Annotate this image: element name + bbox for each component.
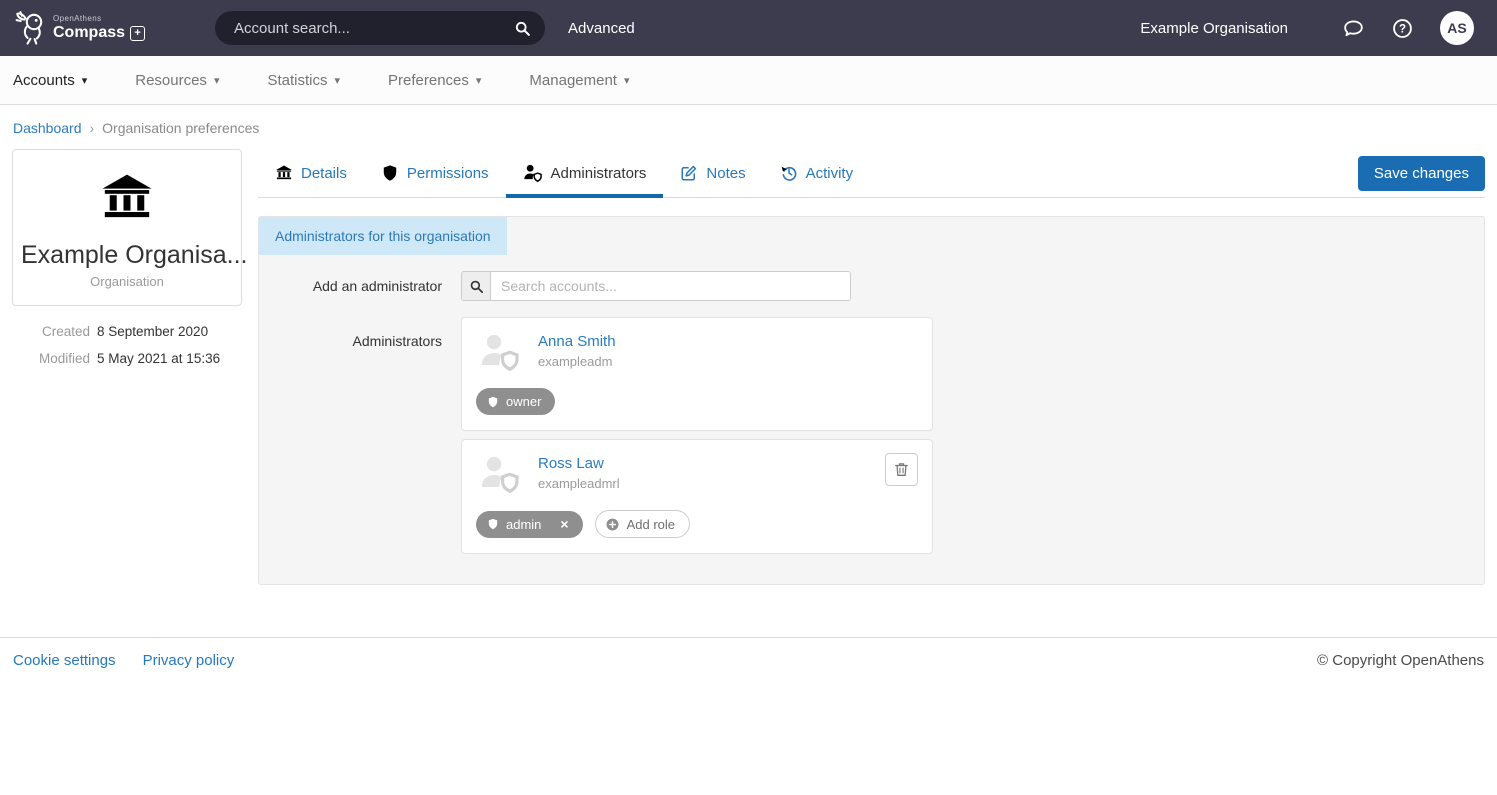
admin-username: exampleadm (538, 354, 616, 369)
tab-permissions[interactable]: Permissions (364, 149, 506, 197)
brand-openathens-label: OpenAthens (53, 15, 145, 23)
chevron-down-icon: ▾ (82, 74, 88, 87)
chevron-down-icon: ▾ (214, 74, 220, 87)
brand-compass-label: Compass (53, 25, 125, 41)
breadcrumb: Dashboard › Organisation preferences (0, 105, 1497, 149)
feedback-chat-button[interactable] (1342, 17, 1365, 40)
created-row: Created 8 September 2020 (12, 324, 242, 339)
note-edit-icon (680, 164, 698, 182)
search-icon (462, 272, 491, 300)
shield-icon (487, 396, 499, 408)
tab-activity[interactable]: Activity (763, 149, 871, 197)
advanced-search-link[interactable]: Advanced (568, 20, 635, 37)
history-icon (780, 164, 798, 182)
tab-bar: Details Permissions Administrators Notes… (258, 149, 1485, 198)
admin-avatar-icon (476, 453, 524, 495)
brand-text: OpenAthens Compass + (53, 15, 145, 41)
content-area: Details Permissions Administrators Notes… (258, 149, 1485, 585)
nav-item-statistics[interactable]: Statistics ▾ (267, 72, 360, 89)
role-badge-row: admin × Add role (476, 510, 918, 538)
created-value: 8 September 2020 (97, 324, 208, 339)
search-icon[interactable] (514, 20, 531, 37)
admin-name-link[interactable]: Ross Law (538, 455, 620, 472)
administrators-list-row: Administrators (259, 317, 1484, 562)
administrators-label: Administrators (259, 317, 442, 562)
add-administrator-row: Add an administrator (259, 271, 1484, 301)
user-avatar[interactable]: AS (1440, 11, 1474, 45)
chevron-down-icon: ▾ (476, 74, 482, 87)
remove-admin-button[interactable] (885, 453, 918, 486)
created-label: Created (12, 324, 90, 339)
privacy-policy-link[interactable]: Privacy policy (143, 652, 235, 669)
add-administrator-label: Add an administrator (259, 271, 442, 301)
admin-card-ross-law: Ross Law exampleadmrl admin (461, 439, 933, 554)
admin-avatar-icon (476, 331, 524, 373)
person-shield-icon (523, 163, 543, 183)
openathens-owl-icon (14, 10, 48, 46)
modified-row: Modified 5 May 2021 at 15:36 (12, 351, 242, 366)
modified-value: 5 May 2021 at 15:36 (97, 351, 220, 366)
role-badge-admin: admin × (476, 511, 583, 538)
brand-logo[interactable]: OpenAthens Compass + (14, 10, 145, 46)
admin-search-input[interactable] (491, 272, 850, 300)
chevron-down-icon: ▾ (334, 74, 340, 87)
bank-icon (275, 164, 293, 182)
admin-search-group (461, 271, 851, 301)
panel-title-tab: Administrators for this organisation (259, 217, 507, 255)
tab-notes[interactable]: Notes (663, 149, 762, 197)
cookie-settings-link[interactable]: Cookie settings (13, 652, 116, 669)
compass-plus-icon: + (130, 26, 145, 41)
help-button[interactable] (1391, 17, 1414, 40)
chevron-down-icon: ▾ (624, 74, 630, 87)
organisation-title: Example Organisa... (21, 241, 233, 270)
nav-item-resources[interactable]: Resources ▾ (135, 72, 239, 89)
page-footer: Cookie settings Privacy policy © Copyrig… (0, 637, 1497, 683)
current-organisation-label: Example Organisation (1140, 20, 1288, 37)
breadcrumb-dashboard-link[interactable]: Dashboard (13, 120, 82, 136)
account-search-box[interactable] (215, 11, 545, 45)
account-search-input[interactable] (232, 19, 514, 38)
trash-icon (893, 461, 910, 478)
remove-role-icon[interactable]: × (560, 517, 568, 531)
plus-circle-icon (605, 517, 620, 532)
admin-identity: Anna Smith exampleadm (538, 331, 616, 369)
admin-name-link[interactable]: Anna Smith (538, 333, 616, 350)
nav-item-preferences[interactable]: Preferences ▾ (388, 72, 501, 89)
nav-item-accounts[interactable]: Accounts ▾ (13, 72, 107, 89)
admin-card-anna-smith: Anna Smith exampleadm owner (461, 317, 933, 431)
main-content: Example Organisa... Organisation Created… (0, 149, 1497, 585)
administrators-panel: Administrators for this organisation Add… (258, 216, 1485, 585)
role-badge-row: owner (476, 388, 918, 415)
breadcrumb-current: Organisation preferences (102, 120, 259, 136)
organisation-card: Example Organisa... Organisation (12, 149, 242, 306)
org-sidebar: Example Organisa... Organisation Created… (12, 149, 242, 378)
admin-username: exampleadmrl (538, 476, 620, 491)
app-root: OpenAthens Compass + Advanced Example Or… (0, 0, 1497, 683)
save-changes-button[interactable]: Save changes (1358, 156, 1485, 191)
top-header: OpenAthens Compass + Advanced Example Or… (0, 0, 1497, 56)
tab-administrators[interactable]: Administrators (506, 149, 664, 197)
org-meta: Created 8 September 2020 Modified 5 May … (12, 324, 242, 366)
modified-label: Modified (12, 351, 90, 366)
main-nav: Accounts ▾ Resources ▾ Statistics ▾ Pref… (0, 56, 1497, 105)
chat-bubble-icon (1342, 17, 1365, 40)
role-badge-owner: owner (476, 388, 555, 415)
shield-icon (487, 518, 499, 530)
organisation-building-icon (96, 170, 158, 226)
admin-identity: Ross Law exampleadmrl (538, 453, 620, 491)
help-icon (1391, 17, 1414, 40)
nav-item-management[interactable]: Management ▾ (529, 72, 649, 89)
breadcrumb-separator-icon: › (90, 120, 95, 136)
add-role-button[interactable]: Add role (595, 510, 690, 538)
shield-icon (381, 164, 399, 182)
organisation-type-label: Organisation (21, 274, 233, 289)
copyright-text: © Copyright OpenAthens (1317, 652, 1484, 669)
tab-details[interactable]: Details (258, 149, 364, 197)
